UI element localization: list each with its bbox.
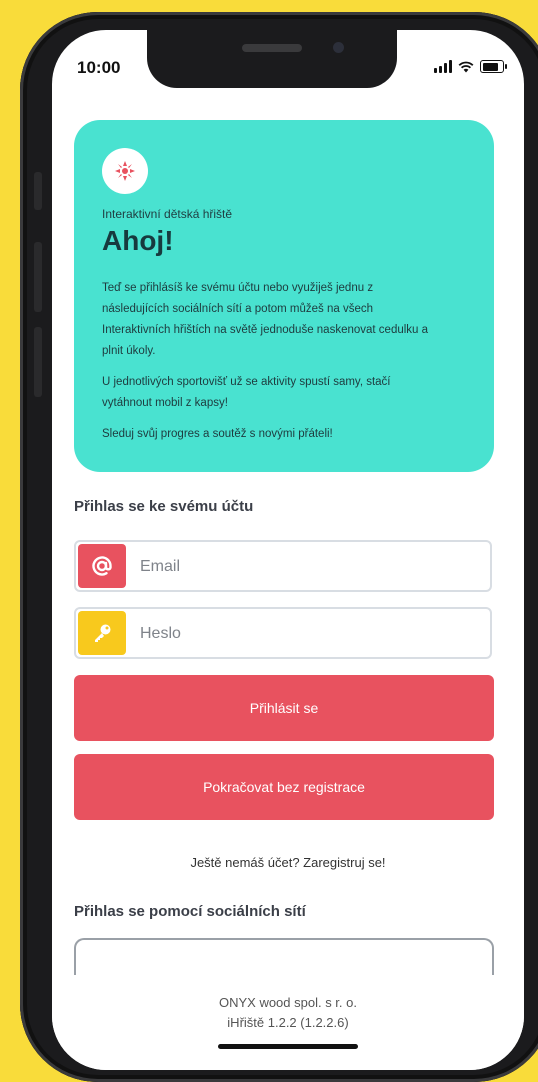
hero-paragraph: Teď se přihlásíš ke svému účtu nebo využ…: [102, 282, 429, 357]
password-input[interactable]: [138, 619, 472, 649]
login-button[interactable]: Přihlásit se: [74, 675, 494, 741]
mute-switch: [34, 172, 42, 210]
login-section-title: Přihlas se ke svému účtu: [74, 498, 254, 515]
password-field[interactable]: [74, 607, 492, 659]
volume-up-button: [34, 242, 42, 312]
battery-icon: [480, 60, 507, 73]
app-screen: 10:00 Interaktivní dětská hřiště Ahoj! T…: [52, 30, 524, 1070]
status-icons: [434, 60, 507, 73]
register-link[interactable]: Ještě nemáš účet? Zaregistruj se!: [52, 855, 524, 870]
hero-paragraph: Sleduj svůj progres a soutěž s novými př…: [102, 428, 333, 440]
volume-down-button: [34, 327, 42, 397]
welcome-card: Interaktivní dětská hřiště Ahoj! Teď se …: [74, 120, 494, 472]
company-name: ONYX wood spol. s r. o.: [218, 995, 357, 1010]
status-time: 10:00: [77, 58, 121, 77]
speaker: [242, 44, 302, 52]
at-icon: [78, 544, 126, 588]
hero-paragraph: U jednotlivých sportovišť už se aktivity…: [102, 376, 391, 409]
hero-subtitle: Interaktivní dětská hřiště: [102, 207, 233, 221]
email-field[interactable]: [74, 540, 492, 592]
home-indicator: [218, 1044, 358, 1049]
continue-without-registration-button[interactable]: Pokračovat bez registrace: [74, 754, 494, 820]
camera: [333, 42, 344, 53]
social-section-title: Přihlas se pomocí sociálních sítí: [74, 903, 306, 920]
hero-title: Ahoj!: [102, 225, 174, 256]
email-input[interactable]: [138, 552, 472, 582]
hero-description: Teď se přihlásíš ke svému účtu nebo využ…: [102, 278, 437, 455]
key-icon: [78, 611, 126, 655]
wifi-icon: [458, 61, 474, 73]
playground-logo-icon: [102, 148, 148, 194]
app-version: iHřiště 1.2.2 (1.2.2.6): [227, 1015, 349, 1030]
notch: [147, 30, 397, 88]
signal-icon: [434, 60, 452, 73]
